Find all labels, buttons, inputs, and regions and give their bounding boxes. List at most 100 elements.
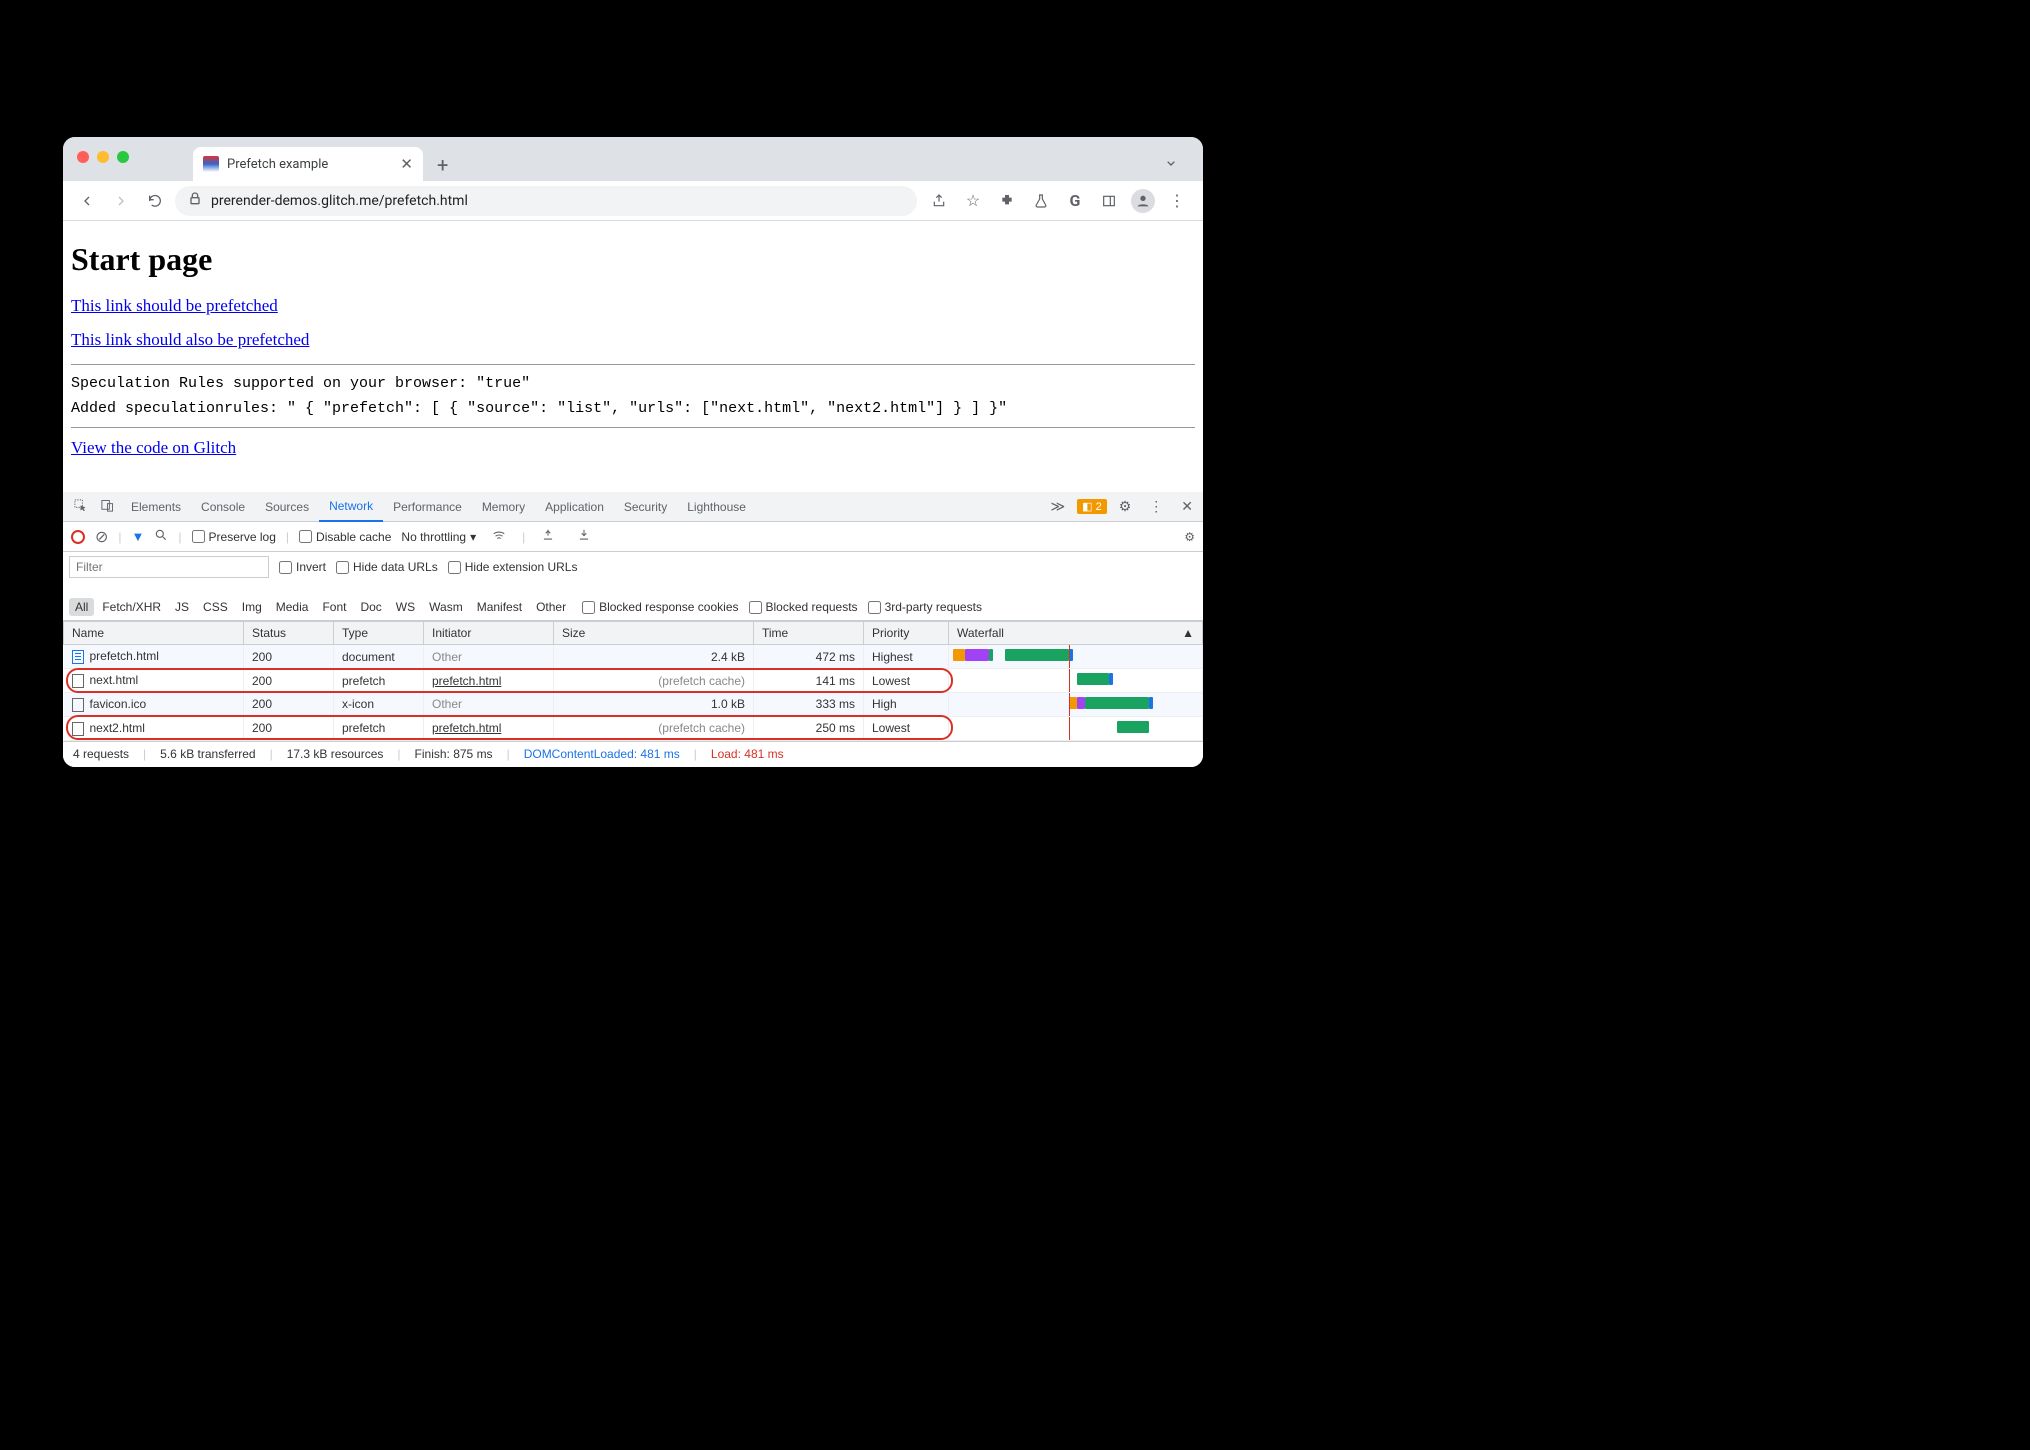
network-controls: ⊘ | ▼ | Preserve log | Disable cache No … [63, 522, 1203, 552]
glitch-link[interactable]: View the code on Glitch [71, 438, 1195, 458]
search-icon[interactable] [154, 528, 168, 545]
table-header-row: NameStatusTypeInitiatorSizeTimePriorityW… [64, 622, 1203, 645]
share-icon[interactable] [927, 189, 951, 213]
reload-button[interactable] [141, 187, 169, 215]
side-panel-icon[interactable] [1097, 189, 1121, 213]
menu-icon[interactable]: ⋮ [1165, 189, 1189, 213]
forward-button[interactable] [107, 187, 135, 215]
preserve-log-checkbox[interactable]: Preserve log [192, 530, 276, 544]
column-size[interactable]: Size [554, 622, 754, 645]
type-filter-img[interactable]: Img [236, 598, 268, 616]
address-bar[interactable]: prerender-demos.glitch.me/prefetch.html [175, 186, 917, 216]
inspect-icon[interactable] [67, 498, 94, 516]
bookmark-icon[interactable]: ☆ [961, 189, 985, 213]
column-status[interactable]: Status [244, 622, 334, 645]
network-conditions-icon[interactable] [486, 528, 512, 545]
table-row[interactable]: prefetch.html200documentOther2.4 kB472 m… [64, 645, 1203, 669]
profile-avatar[interactable] [1131, 189, 1155, 213]
tabs-dropdown-button[interactable] [1157, 149, 1185, 181]
devtools-tabs: ElementsConsoleSourcesNetworkPerformance… [63, 492, 1203, 522]
column-waterfall[interactable]: Waterfall ▲ [949, 622, 1203, 645]
divider [71, 427, 1195, 428]
type-filter-ws[interactable]: WS [390, 598, 421, 616]
google-icon[interactable]: G [1063, 189, 1087, 213]
column-initiator[interactable]: Initiator [424, 622, 554, 645]
throttling-select[interactable]: No throttling ▾ [401, 530, 476, 544]
settings-icon[interactable]: ⚙ [1113, 498, 1138, 515]
hide-data-urls-checkbox[interactable]: Hide data URLs [336, 560, 438, 574]
labs-icon[interactable] [1029, 189, 1053, 213]
lock-icon [187, 191, 203, 211]
type-filter-manifest[interactable]: Manifest [471, 598, 528, 616]
type-filter-wasm[interactable]: Wasm [423, 598, 469, 616]
tab-title: Prefetch example [227, 157, 328, 172]
blocked-requests-checkbox[interactable]: Blocked requests [749, 600, 858, 614]
maximize-window-button[interactable] [117, 151, 129, 163]
export-har-icon[interactable] [571, 528, 597, 545]
devtools-tab-elements[interactable]: Elements [121, 492, 191, 522]
devtools-tab-memory[interactable]: Memory [472, 492, 535, 522]
divider [71, 364, 1195, 365]
close-tab-button[interactable]: ✕ [400, 155, 413, 173]
prefetch-link-2[interactable]: This link should also be prefetched [71, 330, 1195, 350]
column-priority[interactable]: Priority [864, 622, 949, 645]
browser-tab[interactable]: Prefetch example ✕ [193, 147, 423, 181]
more-tabs-icon[interactable]: ≫ [1044, 498, 1071, 515]
browser-window: Prefetch example ✕ + prerender-demos.gli… [63, 137, 1203, 766]
toolbar: prerender-demos.glitch.me/prefetch.html … [63, 181, 1203, 221]
type-filter-doc[interactable]: Doc [354, 598, 387, 616]
type-filter-other[interactable]: Other [530, 598, 572, 616]
window-controls [77, 151, 129, 163]
column-time[interactable]: Time [754, 622, 864, 645]
table-row[interactable]: favicon.ico200x-iconOther1.0 kB333 msHig… [64, 693, 1203, 717]
status-finish: Finish: 875 ms [415, 747, 493, 761]
type-filter-media[interactable]: Media [270, 598, 315, 616]
import-har-icon[interactable] [535, 528, 561, 545]
devtools-tab-performance[interactable]: Performance [383, 492, 472, 522]
close-devtools-icon[interactable]: ✕ [1175, 498, 1199, 515]
blocked-cookies-checkbox[interactable]: Blocked response cookies [582, 600, 738, 614]
devtools-tab-sources[interactable]: Sources [255, 492, 319, 522]
close-window-button[interactable] [77, 151, 89, 163]
page-content: Start page This link should be prefetche… [63, 221, 1203, 492]
type-filter-js[interactable]: JS [169, 598, 195, 616]
devtools-panel: ElementsConsoleSourcesNetworkPerformance… [63, 492, 1203, 766]
disable-cache-checkbox[interactable]: Disable cache [299, 530, 391, 544]
filter-toggle-icon[interactable]: ▼ [132, 529, 145, 544]
invert-checkbox[interactable]: Invert [279, 560, 326, 574]
code-line-1: Speculation Rules supported on your brow… [71, 375, 1195, 392]
column-type[interactable]: Type [334, 622, 424, 645]
toolbar-actions: ☆ G ⋮ [923, 189, 1193, 213]
devtools-tab-console[interactable]: Console [191, 492, 255, 522]
prefetch-link-1[interactable]: This link should be prefetched [71, 296, 1195, 316]
column-name[interactable]: Name [64, 622, 244, 645]
extensions-icon[interactable] [995, 189, 1019, 213]
record-button[interactable] [71, 530, 85, 544]
filter-input[interactable] [69, 556, 269, 578]
waterfall-cell [949, 669, 1203, 693]
hide-extension-urls-checkbox[interactable]: Hide extension URLs [448, 560, 578, 574]
devtools-tab-network[interactable]: Network [319, 492, 383, 522]
third-party-checkbox[interactable]: 3rd-party requests [868, 600, 982, 614]
new-tab-button[interactable]: + [429, 149, 456, 181]
devtools-menu-icon[interactable]: ⋮ [1143, 498, 1169, 515]
url-text: prerender-demos.glitch.me/prefetch.html [211, 193, 468, 209]
type-filter-font[interactable]: Font [316, 598, 352, 616]
network-settings-icon[interactable]: ⚙ [1184, 530, 1195, 544]
type-filter-all[interactable]: All [69, 598, 94, 616]
devtools-tab-security[interactable]: Security [614, 492, 677, 522]
minimize-window-button[interactable] [97, 151, 109, 163]
warnings-badge[interactable]: ◧ 2 [1077, 499, 1107, 514]
network-status-bar: 4 requests| 5.6 kB transferred| 17.3 kB … [63, 741, 1203, 767]
waterfall-cell [949, 693, 1203, 717]
back-button[interactable] [73, 187, 101, 215]
device-toggle-icon[interactable] [94, 498, 121, 516]
devtools-tab-lighthouse[interactable]: Lighthouse [677, 492, 756, 522]
table-row[interactable]: next2.html200prefetchprefetch.html(prefe… [64, 716, 1203, 740]
type-filter-css[interactable]: CSS [197, 598, 234, 616]
table-row[interactable]: next.html200prefetchprefetch.html(prefet… [64, 669, 1203, 693]
status-dcl: DOMContentLoaded: 481 ms [524, 747, 680, 761]
type-filter-fetch-xhr[interactable]: Fetch/XHR [96, 598, 167, 616]
devtools-tab-application[interactable]: Application [535, 492, 614, 522]
clear-button[interactable]: ⊘ [95, 527, 108, 547]
